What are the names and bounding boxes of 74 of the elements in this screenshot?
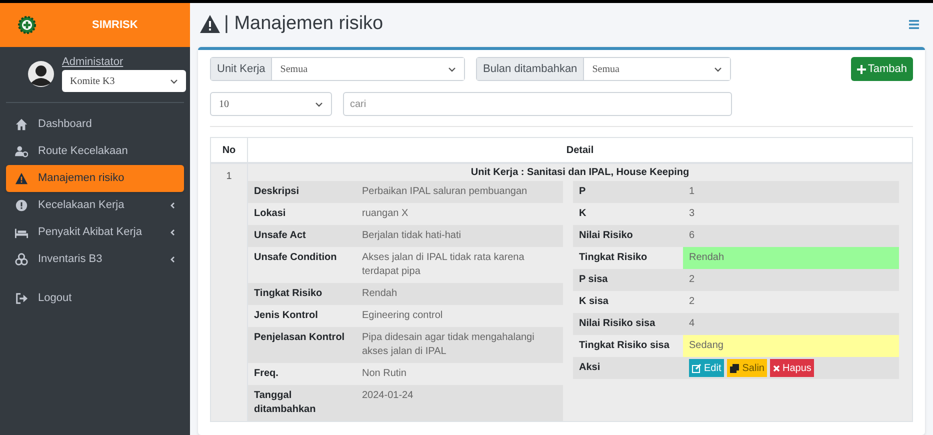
field-label: Nilai Risiko sisa	[578, 317, 656, 331]
field-label: Jenis Kontrol	[253, 309, 319, 323]
delete-button[interactable]: Hapus	[770, 359, 814, 377]
chevron-left-icon	[170, 256, 175, 263]
field-label: Unsafe Condition	[253, 251, 338, 265]
gear-plus-logo-icon	[18, 16, 36, 34]
field-value: Perbaikan IPAL saluran pembuangan	[361, 185, 528, 199]
sidebar-item[interactable]: Route Kecelakaan	[6, 138, 184, 165]
field-value: Rendah	[361, 287, 398, 301]
warning-icon	[15, 172, 28, 185]
field-value: 3	[688, 207, 696, 221]
chevron-down-icon	[170, 78, 178, 84]
sidebar-item[interactable]: Dashboard	[6, 111, 184, 138]
logout-icon	[15, 292, 28, 305]
exclamation-circle-icon	[15, 199, 28, 212]
field-value: 4	[688, 317, 696, 331]
sidebar-item[interactable]: Kecelakaan Kerja	[6, 192, 184, 219]
field-value: Akses jalan di IPAL tidak rata karena terdapat pipa	[361, 251, 526, 279]
copy-button[interactable]: Salin	[727, 359, 768, 377]
brand-name: SIMRISK	[92, 18, 138, 33]
search-field[interactable]: cari	[343, 92, 732, 116]
field-label: Tanggal ditambahkan	[253, 389, 317, 417]
field-label: P sisa	[578, 273, 609, 287]
field-label: Tingkat Risiko sisa	[578, 339, 670, 353]
field-value: ruangan X	[361, 207, 410, 221]
sidebar-item[interactable]: Penyakit Akibat Kerja	[6, 219, 184, 246]
avatar-icon	[28, 61, 54, 87]
field-value: 2024-01-24	[361, 389, 414, 403]
field-value: Sedang	[683, 335, 899, 357]
home-icon	[15, 118, 28, 131]
warning-icon	[200, 15, 220, 33]
field-label: Lokasi	[253, 207, 287, 221]
field-label: Nilai Risiko	[578, 229, 634, 243]
menu-icon[interactable]	[909, 20, 919, 28]
sidebar-item[interactable]: Logout	[6, 285, 184, 312]
field-value: Berjalan tidak hati-hati	[361, 229, 462, 243]
close-icon	[773, 364, 780, 372]
users-icon	[15, 145, 28, 158]
plus-icon	[856, 64, 866, 74]
chevron-left-icon	[170, 202, 175, 209]
edit-icon	[692, 364, 701, 372]
unit-select[interactable]: Komite K3	[62, 70, 186, 92]
field-label: K	[578, 207, 588, 221]
field-label: Freq.	[253, 367, 280, 381]
field-value: Pipa didesain agar tidak mengahalangi akses jalan di IPAL	[361, 331, 536, 359]
field-label: P	[578, 185, 587, 199]
field-value: 2	[688, 273, 696, 287]
field-label: K sisa	[578, 295, 610, 309]
page-size-select[interactable]: 10	[210, 92, 332, 116]
copy-icon	[730, 364, 740, 372]
field-label: Unsafe Act	[253, 229, 307, 243]
field-value: 2	[688, 295, 696, 309]
field-value: Egineering control	[361, 309, 444, 323]
sidebar-item[interactable]: Manajemen risiko	[6, 165, 184, 192]
bed-icon	[15, 226, 28, 239]
add-button[interactable]: Tambah	[850, 57, 913, 81]
page-title: | Manajemen risiko	[224, 12, 384, 36]
column-header: Detail	[565, 144, 595, 158]
field-label: Tingkat Risiko	[253, 287, 324, 301]
unit-heading: Unit Kerja : Sanitasi dan IPAL, House Keeping	[470, 166, 690, 180]
field-label: Penjelasan Kontrol	[253, 331, 346, 345]
field-label: Deskripsi	[253, 185, 300, 199]
field-value: Non Rutin	[361, 367, 408, 381]
chevron-down-icon	[315, 102, 323, 106]
cluster-icon	[15, 253, 28, 266]
field-label: Tingkat Risiko	[578, 251, 648, 265]
field-value: 6	[688, 229, 696, 243]
sidebar-item[interactable]: Inventaris B3	[6, 246, 184, 273]
user-name-link[interactable]: Administator	[62, 55, 186, 69]
column-header: No	[211, 138, 248, 162]
field-value: 1	[688, 185, 696, 199]
field-value: Rendah	[683, 247, 899, 269]
field-label: Aksi	[578, 361, 602, 375]
chevron-left-icon	[170, 229, 175, 236]
